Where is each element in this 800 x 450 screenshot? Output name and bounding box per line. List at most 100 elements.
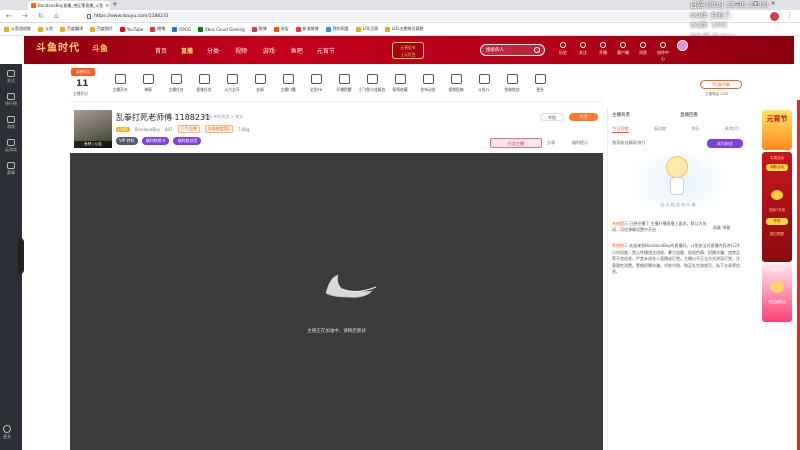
- fan-club-badge[interactable]: 福利粉丝团: [173, 137, 202, 145]
- download-icon: [620, 42, 626, 48]
- fl-icon: [478, 74, 490, 84]
- tag-badge[interactable]: 人气主播: [177, 125, 200, 133]
- gift-icon: [770, 281, 784, 293]
- bookmark-item[interactable]: 我的网盘: [325, 26, 349, 32]
- bookmark-item[interactable]: LOL五期排位赛跑: [385, 26, 424, 32]
- toolbar-item[interactable]: 更多: [522, 74, 558, 93]
- festival-ad[interactable]: 元宵节: [762, 110, 792, 150]
- bookmark-item[interactable]: 百度图片: [90, 26, 113, 32]
- nav-live[interactable]: 直播: [181, 46, 193, 55]
- bookmark-item[interactable]: 淘宝: [273, 26, 289, 32]
- bookmark-icon: [394, 74, 406, 84]
- room-category[interactable]: 举报 单机热游 > 其它: [204, 114, 243, 120]
- nav-games[interactable]: 游戏·: [263, 46, 277, 55]
- sidebar-item-follow[interactable]: 关注: [7, 70, 15, 84]
- user-avatar[interactable]: [677, 40, 688, 51]
- browser-tab[interactable]: BandanaBoy直播_绝区零直播_斗鱼 ×: [28, 1, 110, 10]
- nav-home[interactable]: 首页: [155, 46, 167, 55]
- site-logo[interactable]: 斗鱼时代: [36, 39, 80, 54]
- cloud-game-icon: [7, 139, 15, 146]
- back-button[interactable]: ←: [6, 12, 12, 20]
- share-button[interactable]: 分享: [547, 140, 555, 146]
- fan-rank-badge[interactable]: 福利热榜 6: [141, 137, 170, 145]
- sidebar-item-esports[interactable]: 赛事: [7, 162, 15, 176]
- fire-icon: [226, 74, 238, 84]
- tab-anchor-bg[interactable]: 主播背景: [612, 112, 630, 118]
- bookmarks-bar: 斗鱼游戏推 斗鱼 百度翻译 百度图片 YouTube 微博 OPGG Xbox …: [0, 23, 800, 36]
- home-button[interactable]: ⌂: [54, 12, 58, 20]
- nav-category[interactable]: 分类·: [207, 46, 221, 55]
- claim-button[interactable]: 领取活动: [766, 164, 788, 171]
- close-tab-icon[interactable]: ×: [105, 3, 109, 9]
- level-badge: Lv60: [116, 126, 130, 132]
- message-icon: [640, 42, 646, 48]
- star-task-icon: [198, 74, 210, 84]
- chat-meta[interactable]: 收藏 弹幕: [713, 225, 730, 231]
- follow-list-button[interactable]: 关注: [576, 42, 590, 62]
- report-button[interactable]: 举报: [540, 113, 564, 121]
- nav-video[interactable]: 视频·: [235, 46, 249, 55]
- heart-icon: [580, 42, 586, 48]
- sidebar-item-rank[interactable]: 排行榜: [5, 93, 17, 107]
- history-button[interactable]: 历史: [556, 42, 570, 62]
- streamer-name[interactable]: BandanaBoy: [135, 127, 160, 132]
- new-tab-button[interactable]: +: [112, 0, 118, 8]
- room-badges: VIP 特权 福利热榜 6 福利粉丝团: [116, 137, 202, 145]
- url-field[interactable]: https://www.douyu.com/1188231: [84, 12, 734, 21]
- tab-week[interactable]: 周贡献: [654, 126, 667, 133]
- search-input[interactable]: 搜索的人: [480, 44, 545, 56]
- bookmark-item[interactable]: 微博: [150, 26, 165, 32]
- merch-ad[interactable]: 活动周边 领主播周边: [762, 264, 792, 322]
- pk-icon: [310, 74, 322, 84]
- vip-badge[interactable]: VIP 特权: [116, 137, 138, 145]
- browser-menu-icon[interactable]: ⋮: [786, 11, 793, 19]
- reload-button[interactable]: ↻: [38, 12, 44, 20]
- system-label: 系统提示: [612, 221, 628, 226]
- tab-rank[interactable]: 排行: [691, 126, 699, 133]
- video-player[interactable]: [70, 153, 603, 450]
- bookmark-item[interactable]: LOL豆腐: [355, 26, 378, 32]
- join-fan-button[interactable]: 成为粉丝: [707, 139, 743, 148]
- event-ad[interactable]: 本周活动 领取活动 连续7天抢 开抢 超过限额: [762, 152, 792, 262]
- rank-pill[interactable]: 周榜排名: [71, 68, 95, 76]
- sidebar-item-cloud-games[interactable]: 云游戏: [5, 139, 17, 153]
- tag-badge[interactable]: 本周热度第2: [204, 125, 234, 133]
- welfare-hint[interactable]: 福利提示: [572, 140, 588, 146]
- bookmark-item[interactable]: 微博: [251, 26, 267, 32]
- friends-icon: [254, 74, 266, 84]
- close-window-icon[interactable]: ✕: [771, 0, 776, 7]
- douyu-favicon-icon: [31, 3, 36, 8]
- loading-text: 主播正在加油中，请稍后重试: [307, 329, 366, 334]
- pc-client-button[interactable]: PC客户端: [700, 80, 742, 89]
- creator-center-button[interactable]: 创作中心: [656, 42, 670, 62]
- douyu-logo[interactable]: 斗鱼: [92, 43, 108, 54]
- bookmark-item[interactable]: 斗鱼: [38, 26, 53, 32]
- nav-festival[interactable]: 元宵节: [317, 46, 335, 55]
- bookmark-item[interactable]: 新浪微博: [295, 26, 319, 32]
- tab-today[interactable]: 今日贡献: [612, 126, 629, 133]
- event-badge[interactable]: 元宵佳节 上元灯会: [392, 42, 424, 59]
- tab-vip[interactable]: 贵宾[0]: [725, 126, 739, 133]
- client-button[interactable]: 客户端: [616, 42, 630, 62]
- follow-button[interactable]: 关注: [569, 113, 598, 121]
- grab-button[interactable]: 开抢: [766, 218, 788, 225]
- promo-button[interactable]: 打卖主播: [490, 138, 542, 148]
- sidebar-more[interactable]: 更多: [3, 425, 11, 440]
- tab-replay[interactable]: 直播回看: [680, 112, 698, 118]
- mic-icon: [282, 74, 294, 84]
- url-text: https://www.douyu.com/1188231: [94, 14, 169, 19]
- bookmark-item[interactable]: 斗鱼游戏推: [4, 26, 31, 32]
- bookmark-item[interactable]: Xbox Cloud Gaming: [198, 26, 245, 32]
- messages-button[interactable]: 消息: [636, 42, 650, 62]
- nav-yuba[interactable]: 鱼吧: [291, 46, 303, 55]
- bookmark-item[interactable]: OPGG: [172, 26, 191, 32]
- bookmark-item[interactable]: 百度翻译: [60, 26, 83, 32]
- browser-profile-avatar[interactable]: [770, 12, 779, 21]
- bookmark-item[interactable]: YouTube: [120, 26, 143, 32]
- search-icon[interactable]: [534, 47, 540, 53]
- streamer-thumbnail[interactable]: 鱼吧 | 公告: [74, 110, 112, 148]
- forward-button[interactable]: →: [22, 12, 28, 20]
- sidebar-item-games[interactable]: 游戏: [7, 116, 15, 130]
- start-stream-button[interactable]: 开播: [596, 42, 610, 62]
- sidebar-collapse-handle[interactable]: [18, 238, 24, 274]
